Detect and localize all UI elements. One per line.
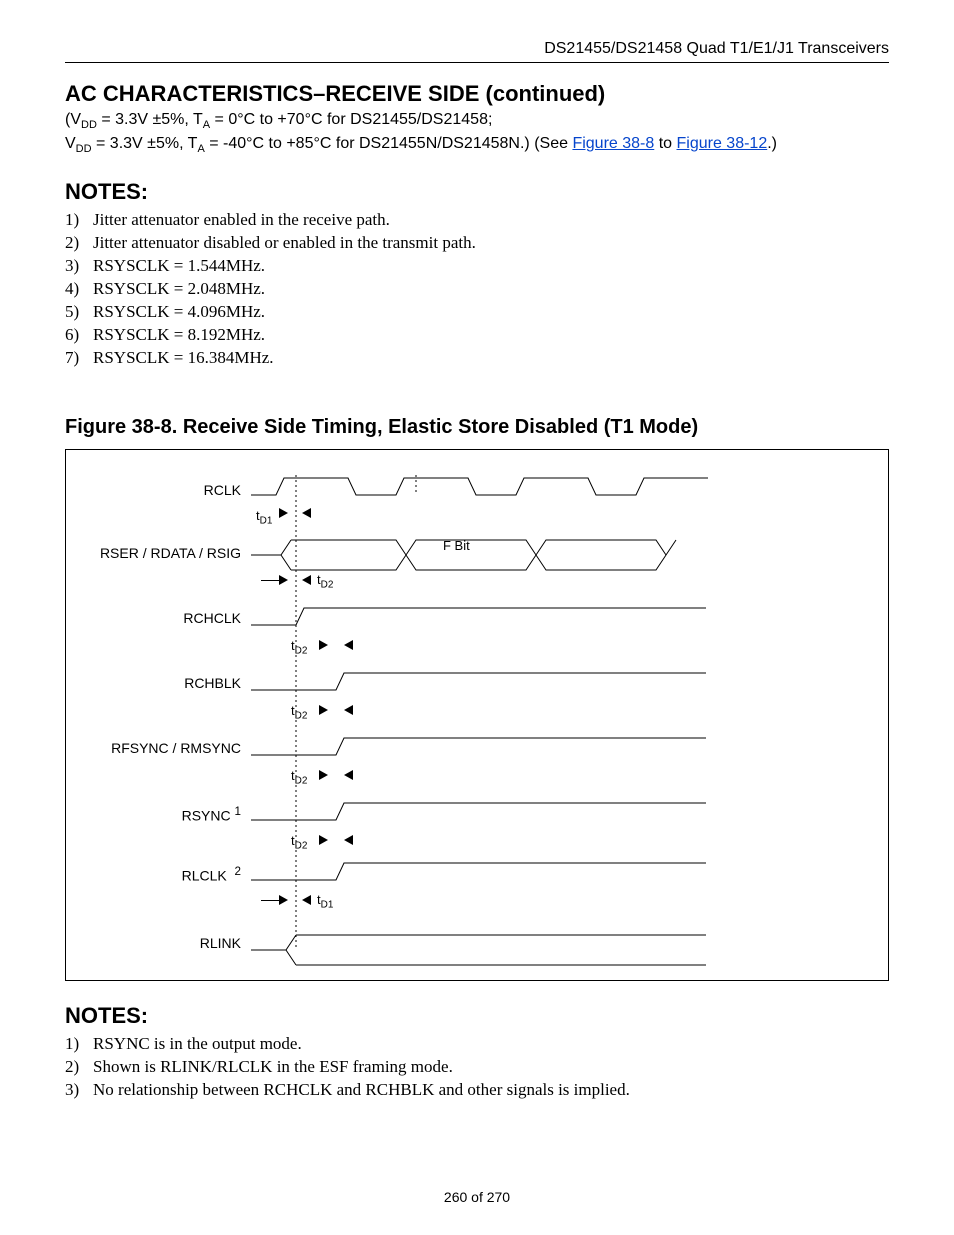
conditions: (VDD = 3.3V ±5%, TA = 0°C to +70°C for D…	[65, 109, 889, 157]
cond-text: = -40°C to +85°C for DS21455N/DS21458N.)…	[205, 135, 573, 152]
note-item: 6)RSYSCLK = 8.192MHz.	[65, 324, 889, 347]
note-item: 1)RSYNC is in the output mode.	[65, 1033, 889, 1056]
figure-link-38-12[interactable]: Figure 38-12	[677, 135, 768, 152]
cond-sub: A	[197, 143, 204, 155]
note-item: 3)No relationship between RCHCLK and RCH…	[65, 1079, 889, 1102]
figure-title: Figure 38-8. Receive Side Timing, Elasti…	[65, 416, 889, 439]
notes-heading: NOTES:	[65, 179, 889, 205]
waveforms-svg	[66, 450, 886, 980]
marker-line	[261, 900, 281, 901]
note-text: RSYSCLK = 4.096MHz.	[93, 301, 265, 324]
cond-text: = 0°C to +70°C for DS21455/DS21458;	[210, 111, 492, 128]
td2-label: tD2	[291, 638, 307, 657]
td2-label: tD2	[317, 572, 333, 591]
td2-label: tD2	[291, 703, 307, 722]
marker-line	[261, 580, 281, 581]
arrow-right-icon	[319, 640, 328, 650]
td2-label: tD2	[291, 833, 307, 852]
notes-heading: NOTES:	[65, 1003, 889, 1029]
td1-label: tD1	[256, 508, 272, 527]
note-item: 2)Shown is RLINK/RLCLK in the ESF framin…	[65, 1056, 889, 1079]
note-text: Jitter attenuator enabled in the receive…	[93, 209, 390, 232]
cond-sub: DD	[76, 143, 92, 155]
note-text: No relationship between RCHCLK and RCHBL…	[93, 1079, 630, 1102]
fbit-label: F Bit	[443, 538, 470, 553]
arrow-right-icon	[279, 895, 288, 905]
cond-text: = 3.3V ±5%, T	[97, 111, 203, 128]
note-item: 4)RSYSCLK = 2.048MHz.	[65, 278, 889, 301]
cond-text: to	[654, 135, 676, 152]
arrow-left-icon	[344, 640, 353, 650]
arrow-left-icon	[302, 575, 311, 585]
cond-text: (V	[65, 111, 81, 128]
arrow-right-icon	[319, 770, 328, 780]
arrow-left-icon	[344, 770, 353, 780]
figure-link-38-8[interactable]: Figure 38-8	[572, 135, 654, 152]
header-rule	[65, 62, 889, 63]
note-text: Shown is RLINK/RLCLK in the ESF framing …	[93, 1056, 453, 1079]
arrow-left-icon	[302, 508, 311, 518]
arrow-right-icon	[319, 705, 328, 715]
arrow-right-icon	[319, 835, 328, 845]
arrow-right-icon	[279, 575, 288, 585]
note-text: RSYSCLK = 8.192MHz.	[93, 324, 265, 347]
td2-label: tD2	[291, 768, 307, 787]
note-text: RSYSCLK = 16.384MHz.	[93, 347, 274, 370]
td1-label: tD1	[317, 892, 333, 911]
arrow-left-icon	[344, 835, 353, 845]
arrow-left-icon	[344, 705, 353, 715]
page-number: 260 of 270	[0, 1189, 954, 1205]
arrow-left-icon	[302, 895, 311, 905]
note-text: RSYNC is in the output mode.	[93, 1033, 302, 1056]
cond-text: .)	[767, 135, 777, 152]
cond-text: V	[65, 135, 76, 152]
cond-text: = 3.3V ±5%, T	[92, 135, 198, 152]
page: DS21455/DS21458 Quad T1/E1/J1 Transceive…	[0, 0, 954, 1235]
note-item: 7)RSYSCLK = 16.384MHz.	[65, 347, 889, 370]
section-title: AC CHARACTERISTICS–RECEIVE SIDE (continu…	[65, 81, 889, 107]
note-text: Jitter attenuator disabled or enabled in…	[93, 232, 476, 255]
header-doc-title: DS21455/DS21458 Quad T1/E1/J1 Transceive…	[65, 40, 889, 58]
note-text: RSYSCLK = 1.544MHz.	[93, 255, 265, 278]
note-item: 1)Jitter attenuator enabled in the recei…	[65, 209, 889, 232]
note-item: 2)Jitter attenuator disabled or enabled …	[65, 232, 889, 255]
arrow-right-icon	[279, 508, 288, 518]
notes-list-2: 1)RSYNC is in the output mode. 2)Shown i…	[65, 1033, 889, 1102]
note-item: 3)RSYSCLK = 1.544MHz.	[65, 255, 889, 278]
cond-sub: DD	[81, 119, 97, 131]
cond-sub: A	[203, 119, 210, 131]
timing-diagram: RCLK RSER / RDATA / RSIG RCHCLK RCHBLK R…	[65, 449, 889, 981]
note-item: 5)RSYSCLK = 4.096MHz.	[65, 301, 889, 324]
notes-list-1: 1)Jitter attenuator enabled in the recei…	[65, 209, 889, 370]
note-text: RSYSCLK = 2.048MHz.	[93, 278, 265, 301]
